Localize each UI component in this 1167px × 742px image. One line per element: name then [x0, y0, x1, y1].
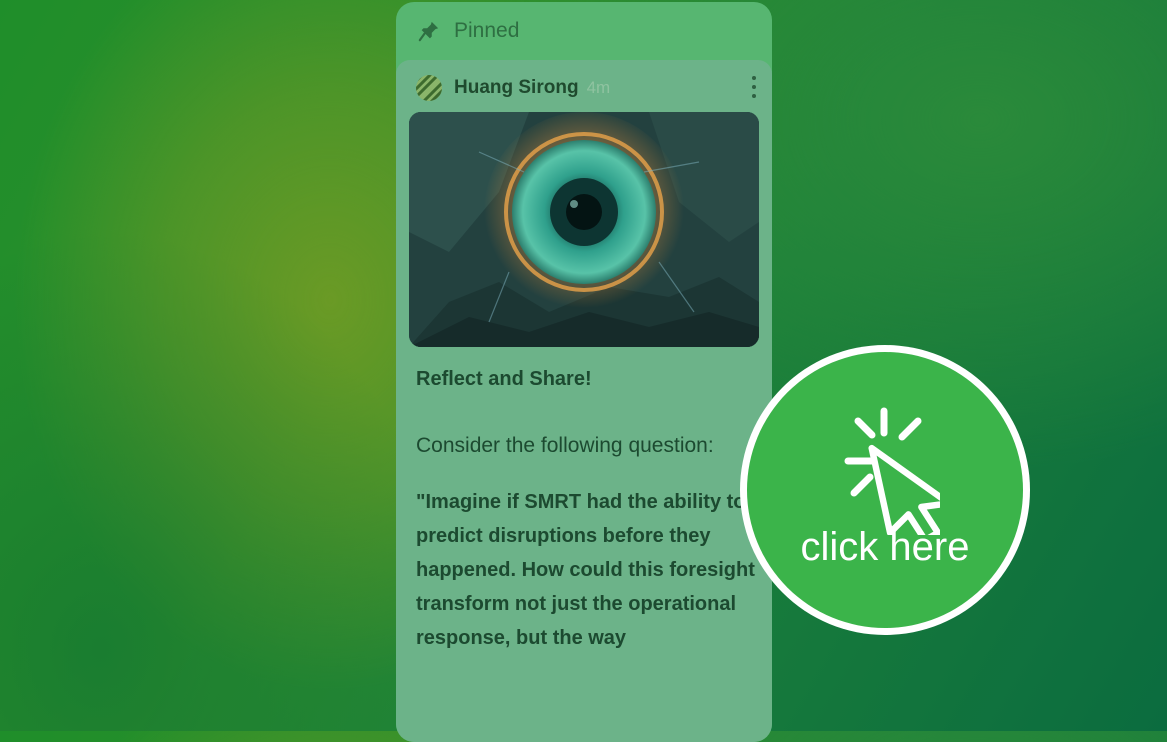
author-name[interactable]: Huang Sirong: [454, 77, 579, 99]
pinned-header: Pinned: [396, 2, 772, 60]
post-content: Reflect and Share! Consider the followin…: [416, 365, 756, 655]
pin-icon: [418, 20, 440, 42]
post-quote: "Imagine if SMRT had the ability to pred…: [416, 491, 755, 649]
more-vertical-icon[interactable]: [750, 76, 758, 98]
post-author-row: Huang Sirong 4m: [416, 74, 610, 102]
cursor-click-icon: [844, 407, 940, 535]
post-body: Consider the following question:: [416, 434, 714, 457]
click-here-button[interactable]: click here: [740, 345, 1030, 635]
pinned-label: Pinned: [454, 19, 520, 42]
post-title: Reflect and Share!: [416, 368, 592, 390]
click-here-label: click here: [800, 525, 970, 569]
avatar[interactable]: [416, 75, 442, 101]
post-card[interactable]: Huang Sirong 4m Reflect and Share! Consi…: [396, 60, 772, 742]
post-timestamp: 4m: [586, 78, 611, 97]
eye-image[interactable]: [409, 112, 759, 347]
pinned-panel: Pinned Huang Sirong 4m Reflect and Share…: [396, 2, 772, 742]
